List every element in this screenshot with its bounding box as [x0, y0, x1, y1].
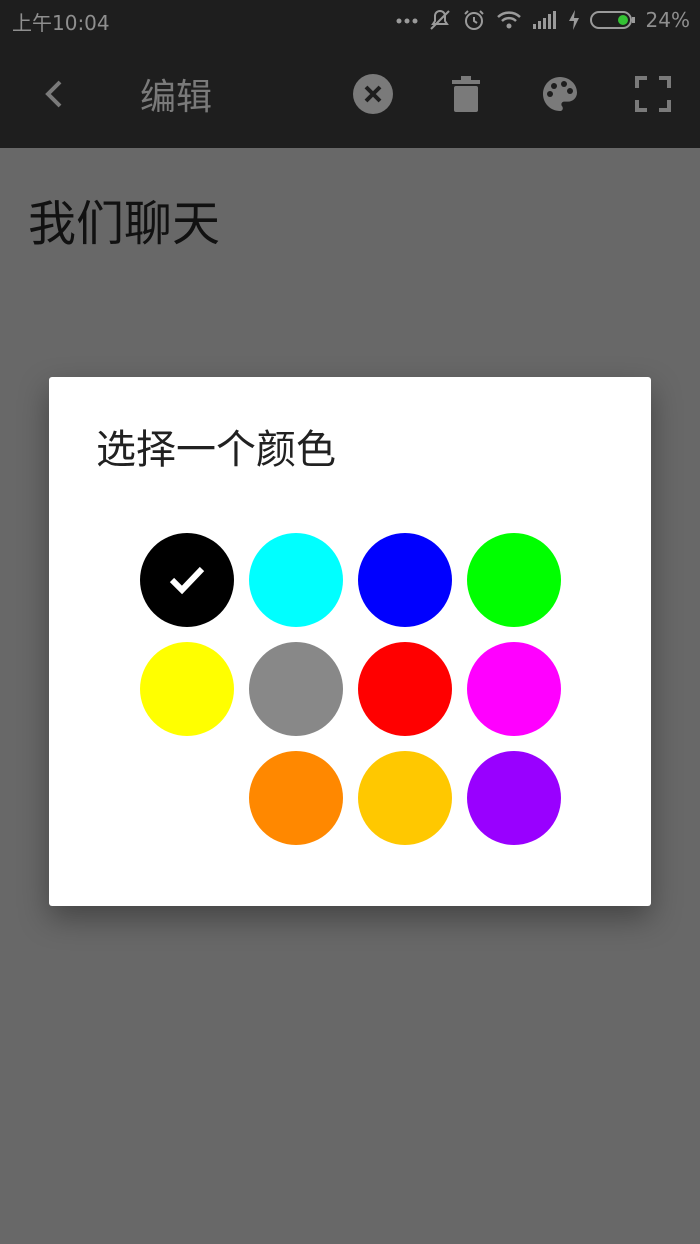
status-time: 上午10:04 [12, 11, 110, 35]
palette-icon [543, 77, 577, 111]
status-icons: 24% [396, 6, 690, 34]
fullscreen-button[interactable] [629, 70, 677, 118]
color-swatch-amber[interactable] [358, 751, 452, 845]
battery-icon [589, 11, 635, 29]
check-icon [169, 566, 205, 595]
color-button[interactable] [536, 70, 584, 118]
delete-button[interactable] [442, 70, 490, 118]
charging-icon [568, 10, 579, 30]
battery-percent: 24% [645, 8, 690, 32]
color-swatch-yellow[interactable] [140, 642, 234, 736]
fullscreen-icon [635, 76, 671, 112]
note-title[interactable]: 我们聊天 [28, 184, 220, 254]
color-picker-dialog: 选择一个颜色 [49, 377, 651, 906]
close-circle-icon [353, 74, 393, 114]
page-title: 编辑 [140, 77, 213, 118]
color-swatch-gray[interactable] [249, 642, 343, 736]
color-swatch-red[interactable] [358, 642, 452, 736]
color-swatch-cyan[interactable] [249, 533, 343, 627]
toolbar: 编辑 [0, 40, 700, 148]
bell-off-icon [429, 9, 450, 30]
alarm-icon [463, 10, 484, 30]
status-bar: 上午10:04 24% [0, 0, 700, 40]
back-icon [45, 80, 62, 108]
color-swatch-blue[interactable] [358, 533, 452, 627]
wifi-icon [496, 11, 521, 29]
color-swatch-black[interactable] [140, 533, 234, 627]
signal-icon [532, 11, 556, 29]
color-swatch-magenta[interactable] [467, 642, 561, 736]
color-swatch-orange[interactable] [249, 751, 343, 845]
trash-icon [452, 76, 480, 112]
back-button[interactable] [30, 70, 78, 118]
dialog-title: 选择一个颜色 [96, 427, 336, 473]
color-swatch-green[interactable] [467, 533, 561, 627]
more-dots-icon [396, 18, 418, 24]
clear-button[interactable] [349, 70, 397, 118]
color-swatch-purple[interactable] [467, 751, 561, 845]
